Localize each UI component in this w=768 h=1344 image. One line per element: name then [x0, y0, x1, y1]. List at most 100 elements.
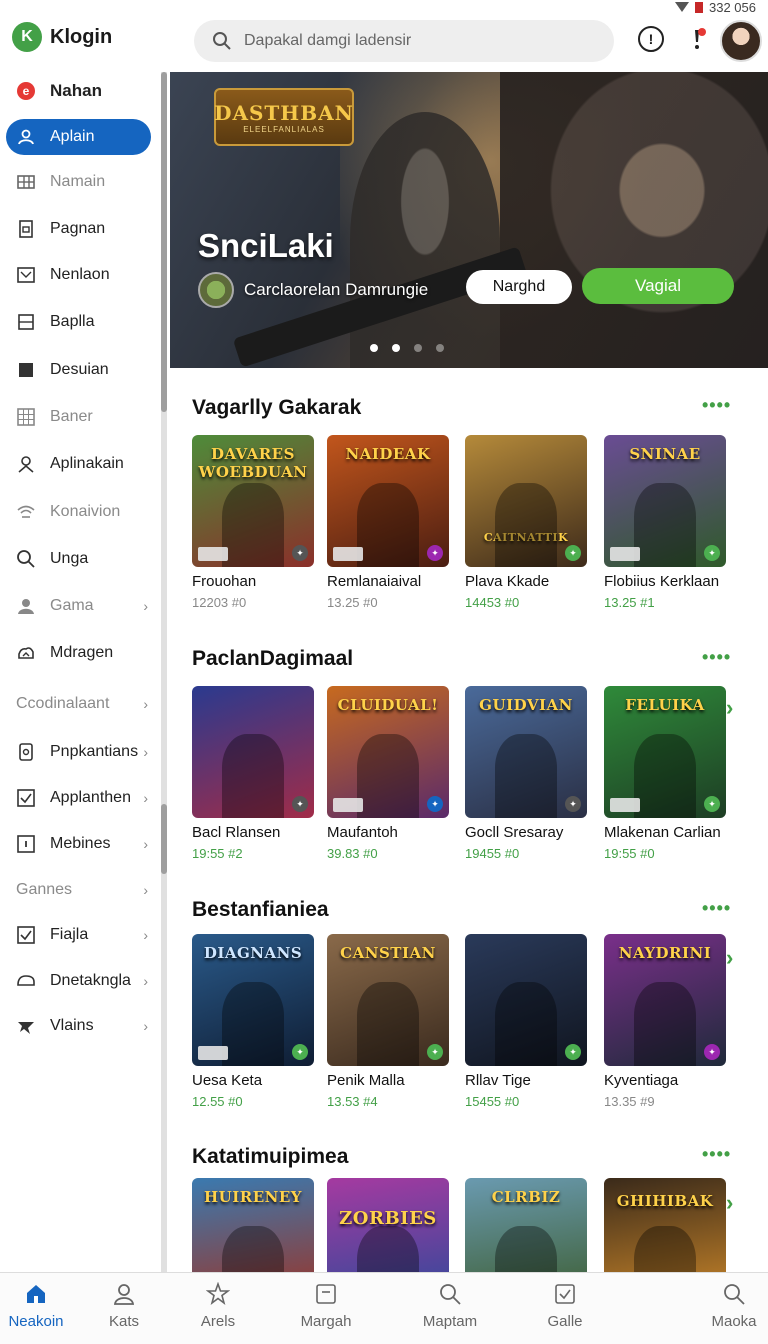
game-card[interactable]: ✦ Bacl Rlansen 19:55 #2	[192, 686, 314, 861]
sidebar-item-gama[interactable]: Gama ›	[0, 587, 160, 625]
section-more-button[interactable]: ••••	[702, 898, 731, 919]
sidebar-item-aplinakain[interactable]: Aplinakain	[0, 445, 160, 483]
thumbnail-character	[634, 734, 696, 818]
game-name: Gocll Sresaray	[465, 824, 564, 841]
carousel-dots	[370, 344, 444, 352]
carousel-dot[interactable]	[414, 344, 422, 352]
nav-item-arels[interactable]: Arels	[178, 1281, 258, 1330]
sidebar-group-ccodinalaant[interactable]: Ccodinalaant ›	[0, 685, 160, 723]
sidebar-scrollbar[interactable]	[161, 72, 167, 1272]
nav-item-galle[interactable]: Galle	[525, 1281, 605, 1330]
sidebar-item-fiajla[interactable]: Fiajla ›	[0, 916, 160, 954]
game-card[interactable]: DIAGNANS ✦ Uesa Keta 12.55 #0	[192, 934, 314, 1109]
sidebar-item-label: Desuian	[50, 361, 109, 378]
nav-item-maptam[interactable]: Maptam	[410, 1281, 490, 1330]
game-thumbnail: ✦	[192, 686, 314, 818]
sidebar-item-applanthen[interactable]: Applanthen ›	[0, 779, 160, 817]
nav-item-kats[interactable]: Kats	[84, 1281, 164, 1330]
sidebar-item-nahan[interactable]: e Nahan	[0, 72, 160, 110]
nav-label: Neakoin	[8, 1313, 64, 1330]
game-card[interactable]: CLRBIZ	[465, 1178, 587, 1272]
thumbnail-title: NAYDRINI	[618, 944, 712, 962]
game-thumbnail: GHIHIBAK	[604, 1178, 726, 1272]
notification-icon[interactable]	[684, 26, 710, 52]
game-stat: 19455 #0	[465, 846, 520, 861]
game-card[interactable]: ✦ Rllav Tige 15455 #0	[465, 934, 587, 1109]
sidebar-item-aplain[interactable]: Aplain	[6, 119, 151, 155]
hero-primary-button[interactable]: Vagial	[582, 268, 734, 304]
sidebar-item-konaivion[interactable]: Konaivion	[0, 493, 160, 531]
alert-icon[interactable]: !	[638, 26, 664, 52]
user-avatar[interactable]	[720, 20, 762, 62]
platform-icon: ✦	[427, 1044, 443, 1060]
sidebar-item-desuian[interactable]: Desuian	[0, 351, 160, 389]
game-thumbnail: DAVARES WOEBDUAN ✦	[192, 435, 314, 567]
chevron-right-icon: ›	[143, 790, 148, 806]
sidebar-group-gannes[interactable]: Gannes ›	[0, 871, 160, 909]
game-stat: 12203 #0	[192, 595, 247, 610]
nav-item-maoka[interactable]: Maoka	[694, 1281, 768, 1330]
platform-icon: ✦	[292, 1044, 308, 1060]
game-card[interactable]: FELUIKA ✦ Mlakenan Carlian 19:55 #0	[604, 686, 726, 861]
carousel-dot[interactable]	[392, 344, 400, 352]
hero-banner[interactable]: DASTHBAN ELEELFANLIALAS SnciLaki Carclao…	[170, 72, 768, 368]
sidebar-item-dnetakngla[interactable]: Dnetakngla ›	[0, 962, 160, 1000]
game-card[interactable]: CAITNATTIK ✦ Plava Kkade 14453 #0	[465, 435, 587, 610]
game-card[interactable]: CANSTIAN ✦ Penik Malla 13.53 #4	[327, 934, 449, 1109]
home-icon	[23, 1281, 49, 1307]
game-card[interactable]: GHIHIBAK	[604, 1178, 726, 1272]
game-card[interactable]: SNINAE ✦ Flobiius Kerklaan 13.25 #1	[604, 435, 726, 610]
game-stat: 19:55 #2	[192, 846, 243, 861]
sidebar-item-pnpkantians[interactable]: Pnpkantians ›	[0, 733, 160, 771]
game-card[interactable]: ZORBIES	[327, 1178, 449, 1272]
nav-item-margah[interactable]: Margah	[286, 1281, 366, 1330]
thumbnail-title: GHIHIBAK	[616, 1192, 714, 1210]
svg-text:e: e	[23, 84, 30, 98]
sidebar-item-mebines[interactable]: Mebines ›	[0, 825, 160, 863]
sidebar-item-label: Aplinakain	[50, 455, 124, 472]
sidebar-item-nenlaon[interactable]: Nenlaon	[0, 256, 160, 294]
thumbnail-character	[222, 1226, 284, 1272]
game-card[interactable]: DAVARES WOEBDUAN ✦ Frouohan 12203 #0	[192, 435, 314, 610]
sidebar-item-baplla[interactable]: Baplla	[0, 303, 160, 341]
bottom-navigation: Neakoin Kats Arels Margah Maptam Galle M…	[0, 1272, 768, 1344]
game-card[interactable]: HUIRENEY	[192, 1178, 314, 1272]
game-thumbnail: CANSTIAN ✦	[327, 934, 449, 1066]
section-more-button[interactable]: ••••	[702, 395, 731, 416]
thumbnail-title: FELUIKA	[625, 696, 705, 714]
section-more-button[interactable]: ••••	[702, 1144, 731, 1165]
platform-icon: ✦	[427, 796, 443, 812]
square-icon	[16, 360, 36, 380]
thumbnail-title: SNINAE	[629, 445, 701, 463]
hero-logo-title: DASTHBAN	[214, 100, 354, 125]
nav-item-neakoin[interactable]: Neakoin	[0, 1281, 76, 1330]
platform-icon: ✦	[704, 545, 720, 561]
hero-character	[500, 72, 768, 368]
sidebar-item-mdragen[interactable]: Mdragen	[0, 634, 160, 672]
search-bar[interactable]	[194, 20, 614, 62]
sidebar-item-namain[interactable]: Namain	[0, 163, 160, 201]
section-title: Bestanfianiea	[192, 898, 329, 921]
hero-secondary-button[interactable]: Narghd	[466, 270, 572, 304]
sidebar-item-baner[interactable]: Baner	[0, 398, 160, 436]
scrollbar-thumb[interactable]	[161, 804, 167, 874]
sidebar-item-pagnan[interactable]: Pagnan	[0, 210, 160, 248]
carousel-dot[interactable]	[436, 344, 444, 352]
brand-name: Klogin	[50, 25, 113, 48]
search-input[interactable]	[244, 32, 584, 50]
list-icon	[16, 312, 36, 332]
game-card[interactable]: NAIDEAK ✦ Remlanaiaival 13.25 #0	[327, 435, 449, 610]
brand[interactable]: K Klogin	[12, 22, 112, 52]
sidebar-item-vlains[interactable]: Vlains ›	[0, 1007, 160, 1045]
search-icon	[721, 1281, 747, 1307]
sidebar-item-unga[interactable]: Unga	[0, 540, 160, 578]
game-card[interactable]: NAYDRINI ✦ Kyventiaga 13.35 #9	[604, 934, 726, 1109]
carousel-dot[interactable]	[370, 344, 378, 352]
chat-icon	[16, 971, 36, 991]
game-name: Flobiius Kerklaan	[604, 573, 720, 590]
game-card[interactable]: CLUIDUAL! ✦ Maufantoh 39.83 #0	[327, 686, 449, 861]
scrollbar-thumb[interactable]	[161, 72, 167, 412]
game-card[interactable]: GUIDVIAN ✦ Gocll Sresaray 19455 #0	[465, 686, 587, 861]
game-thumbnail: CLRBIZ	[465, 1178, 587, 1272]
section-more-button[interactable]: ••••	[702, 647, 731, 668]
